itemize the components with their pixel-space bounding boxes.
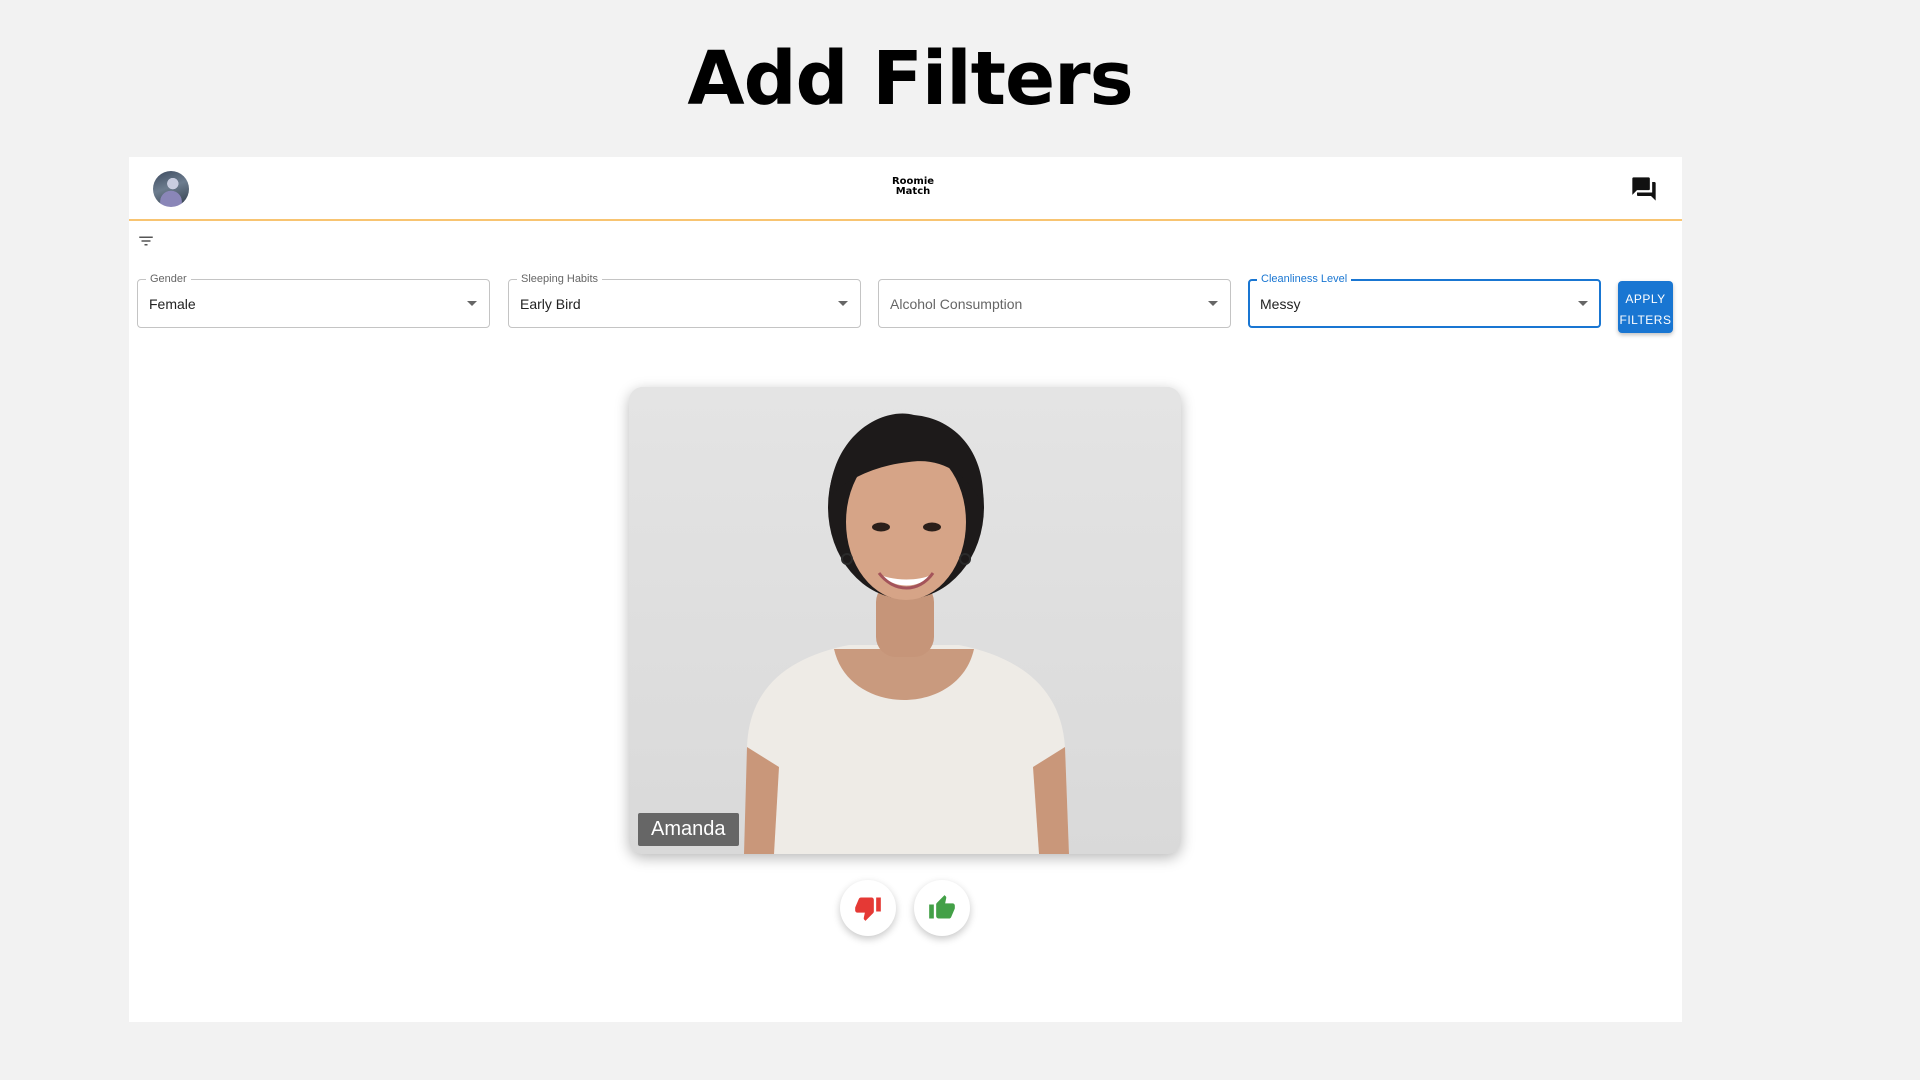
thumb-down-icon xyxy=(855,897,881,921)
forum-icon[interactable] xyxy=(1630,175,1658,203)
brand-line-2: Match xyxy=(895,186,931,197)
dislike-button[interactable] xyxy=(840,880,896,936)
filter-list-icon[interactable] xyxy=(137,232,155,250)
gender-value: Female xyxy=(149,296,196,312)
apply-label-line-2: FILTERS xyxy=(1619,312,1672,327)
apply-label-line-1: APPLY xyxy=(1625,291,1666,306)
alcohol-consumption-placeholder: Alcohol Consumption xyxy=(890,296,1023,312)
chevron-down-icon xyxy=(467,301,477,306)
chevron-down-icon xyxy=(1208,301,1218,306)
chevron-down-icon xyxy=(838,301,848,306)
alcohol-consumption-select[interactable]: Alcohol Consumption xyxy=(878,279,1231,328)
brand-logo: Roomie Match xyxy=(885,177,941,197)
sleeping-habits-value: Early Bird xyxy=(520,296,581,312)
gender-label: Gender xyxy=(146,273,191,285)
app-window: Roomie Match Gender Female Sleeping Habi… xyxy=(129,157,1682,1022)
cleanliness-level-value: Messy xyxy=(1260,296,1301,312)
gender-select[interactable]: Gender Female xyxy=(137,273,490,328)
chevron-down-icon xyxy=(1578,301,1588,306)
cleanliness-level-label: Cleanliness Level xyxy=(1257,273,1352,285)
cleanliness-level-select[interactable]: Cleanliness Level Messy xyxy=(1248,273,1601,328)
apply-filters-button[interactable]: APPLY FILTERS xyxy=(1618,281,1673,333)
user-avatar[interactable] xyxy=(153,171,189,207)
profile-name: Amanda xyxy=(638,813,739,846)
thumb-up-icon xyxy=(929,895,955,919)
app-header: Roomie Match xyxy=(129,157,1682,221)
sleeping-habits-label: Sleeping Habits xyxy=(517,273,603,285)
slide-title: Add Filters xyxy=(687,36,1133,122)
like-button[interactable] xyxy=(914,880,970,936)
sleeping-habits-select[interactable]: Sleeping Habits Early Bird xyxy=(508,273,861,328)
profile-card[interactable]: Amanda xyxy=(629,387,1181,854)
filters-row: Gender Female Sleeping Habits Early Bird… xyxy=(129,273,1682,339)
profile-photo xyxy=(629,387,1181,854)
